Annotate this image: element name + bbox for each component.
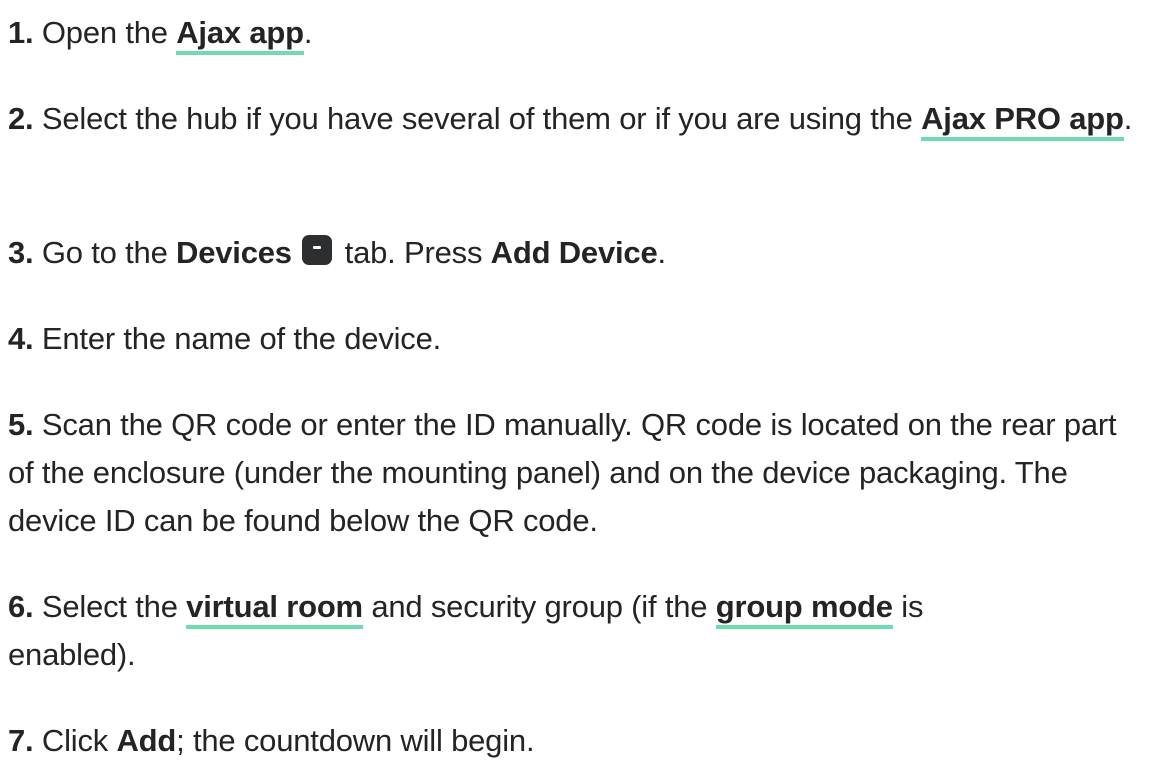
step-1: 1. Open the Ajax app. bbox=[8, 9, 1148, 57]
step-text: ; the countdown will begin. bbox=[176, 723, 535, 758]
step-number: 7. bbox=[8, 723, 34, 758]
step-text: Enter the name of the device. bbox=[41, 321, 442, 356]
step-text: Select the bbox=[41, 589, 187, 624]
step-number: 2. bbox=[8, 101, 34, 136]
step-3: 3. Go to the Devices tab. Press Add Devi… bbox=[8, 229, 1148, 277]
devices-label: Devices bbox=[176, 235, 292, 270]
step-7: 7. Click Add; the countdown will begin. bbox=[8, 717, 1148, 765]
add-label: Add bbox=[116, 723, 177, 758]
step-text: and security group (if the bbox=[362, 589, 716, 624]
step-6: 6. Select the virtual room and security … bbox=[8, 583, 1048, 679]
step-text: Go to the bbox=[41, 235, 177, 270]
devices-tab-icon bbox=[302, 235, 333, 265]
step-2: 2. Select the hub if you have several of… bbox=[8, 95, 1148, 143]
virtual-room-link[interactable]: virtual room bbox=[186, 589, 363, 629]
step-4: 4. Enter the name of the device. bbox=[8, 315, 1148, 363]
group-mode-link[interactable]: group mode bbox=[715, 589, 893, 629]
step-5: 5. Scan the QR code or enter the ID manu… bbox=[8, 401, 1138, 545]
step-text: . bbox=[1123, 101, 1133, 136]
step-number: 3. bbox=[8, 235, 34, 270]
step-text: Click bbox=[41, 723, 117, 758]
instruction-steps-list: 1. Open the Ajax app. 2. Select the hub … bbox=[0, 0, 1154, 776]
step-text: . bbox=[657, 235, 667, 270]
ajax-app-link[interactable]: Ajax app bbox=[176, 15, 304, 55]
step-text: . bbox=[303, 15, 313, 50]
step-text: Select the hub if you have several of th… bbox=[41, 101, 922, 136]
ajax-pro-app-link[interactable]: Ajax PRO app bbox=[921, 101, 1124, 141]
step-number: 1. bbox=[8, 15, 34, 50]
step-text: Open the bbox=[41, 15, 177, 50]
step-number: 6. bbox=[8, 589, 34, 624]
step-text: Scan the QR code or enter the ID manuall… bbox=[8, 407, 1117, 538]
step-number: 5. bbox=[8, 407, 34, 442]
step-number: 4. bbox=[8, 321, 34, 356]
step-text: tab. Press bbox=[336, 235, 491, 270]
add-device-label: Add Device bbox=[490, 235, 658, 270]
